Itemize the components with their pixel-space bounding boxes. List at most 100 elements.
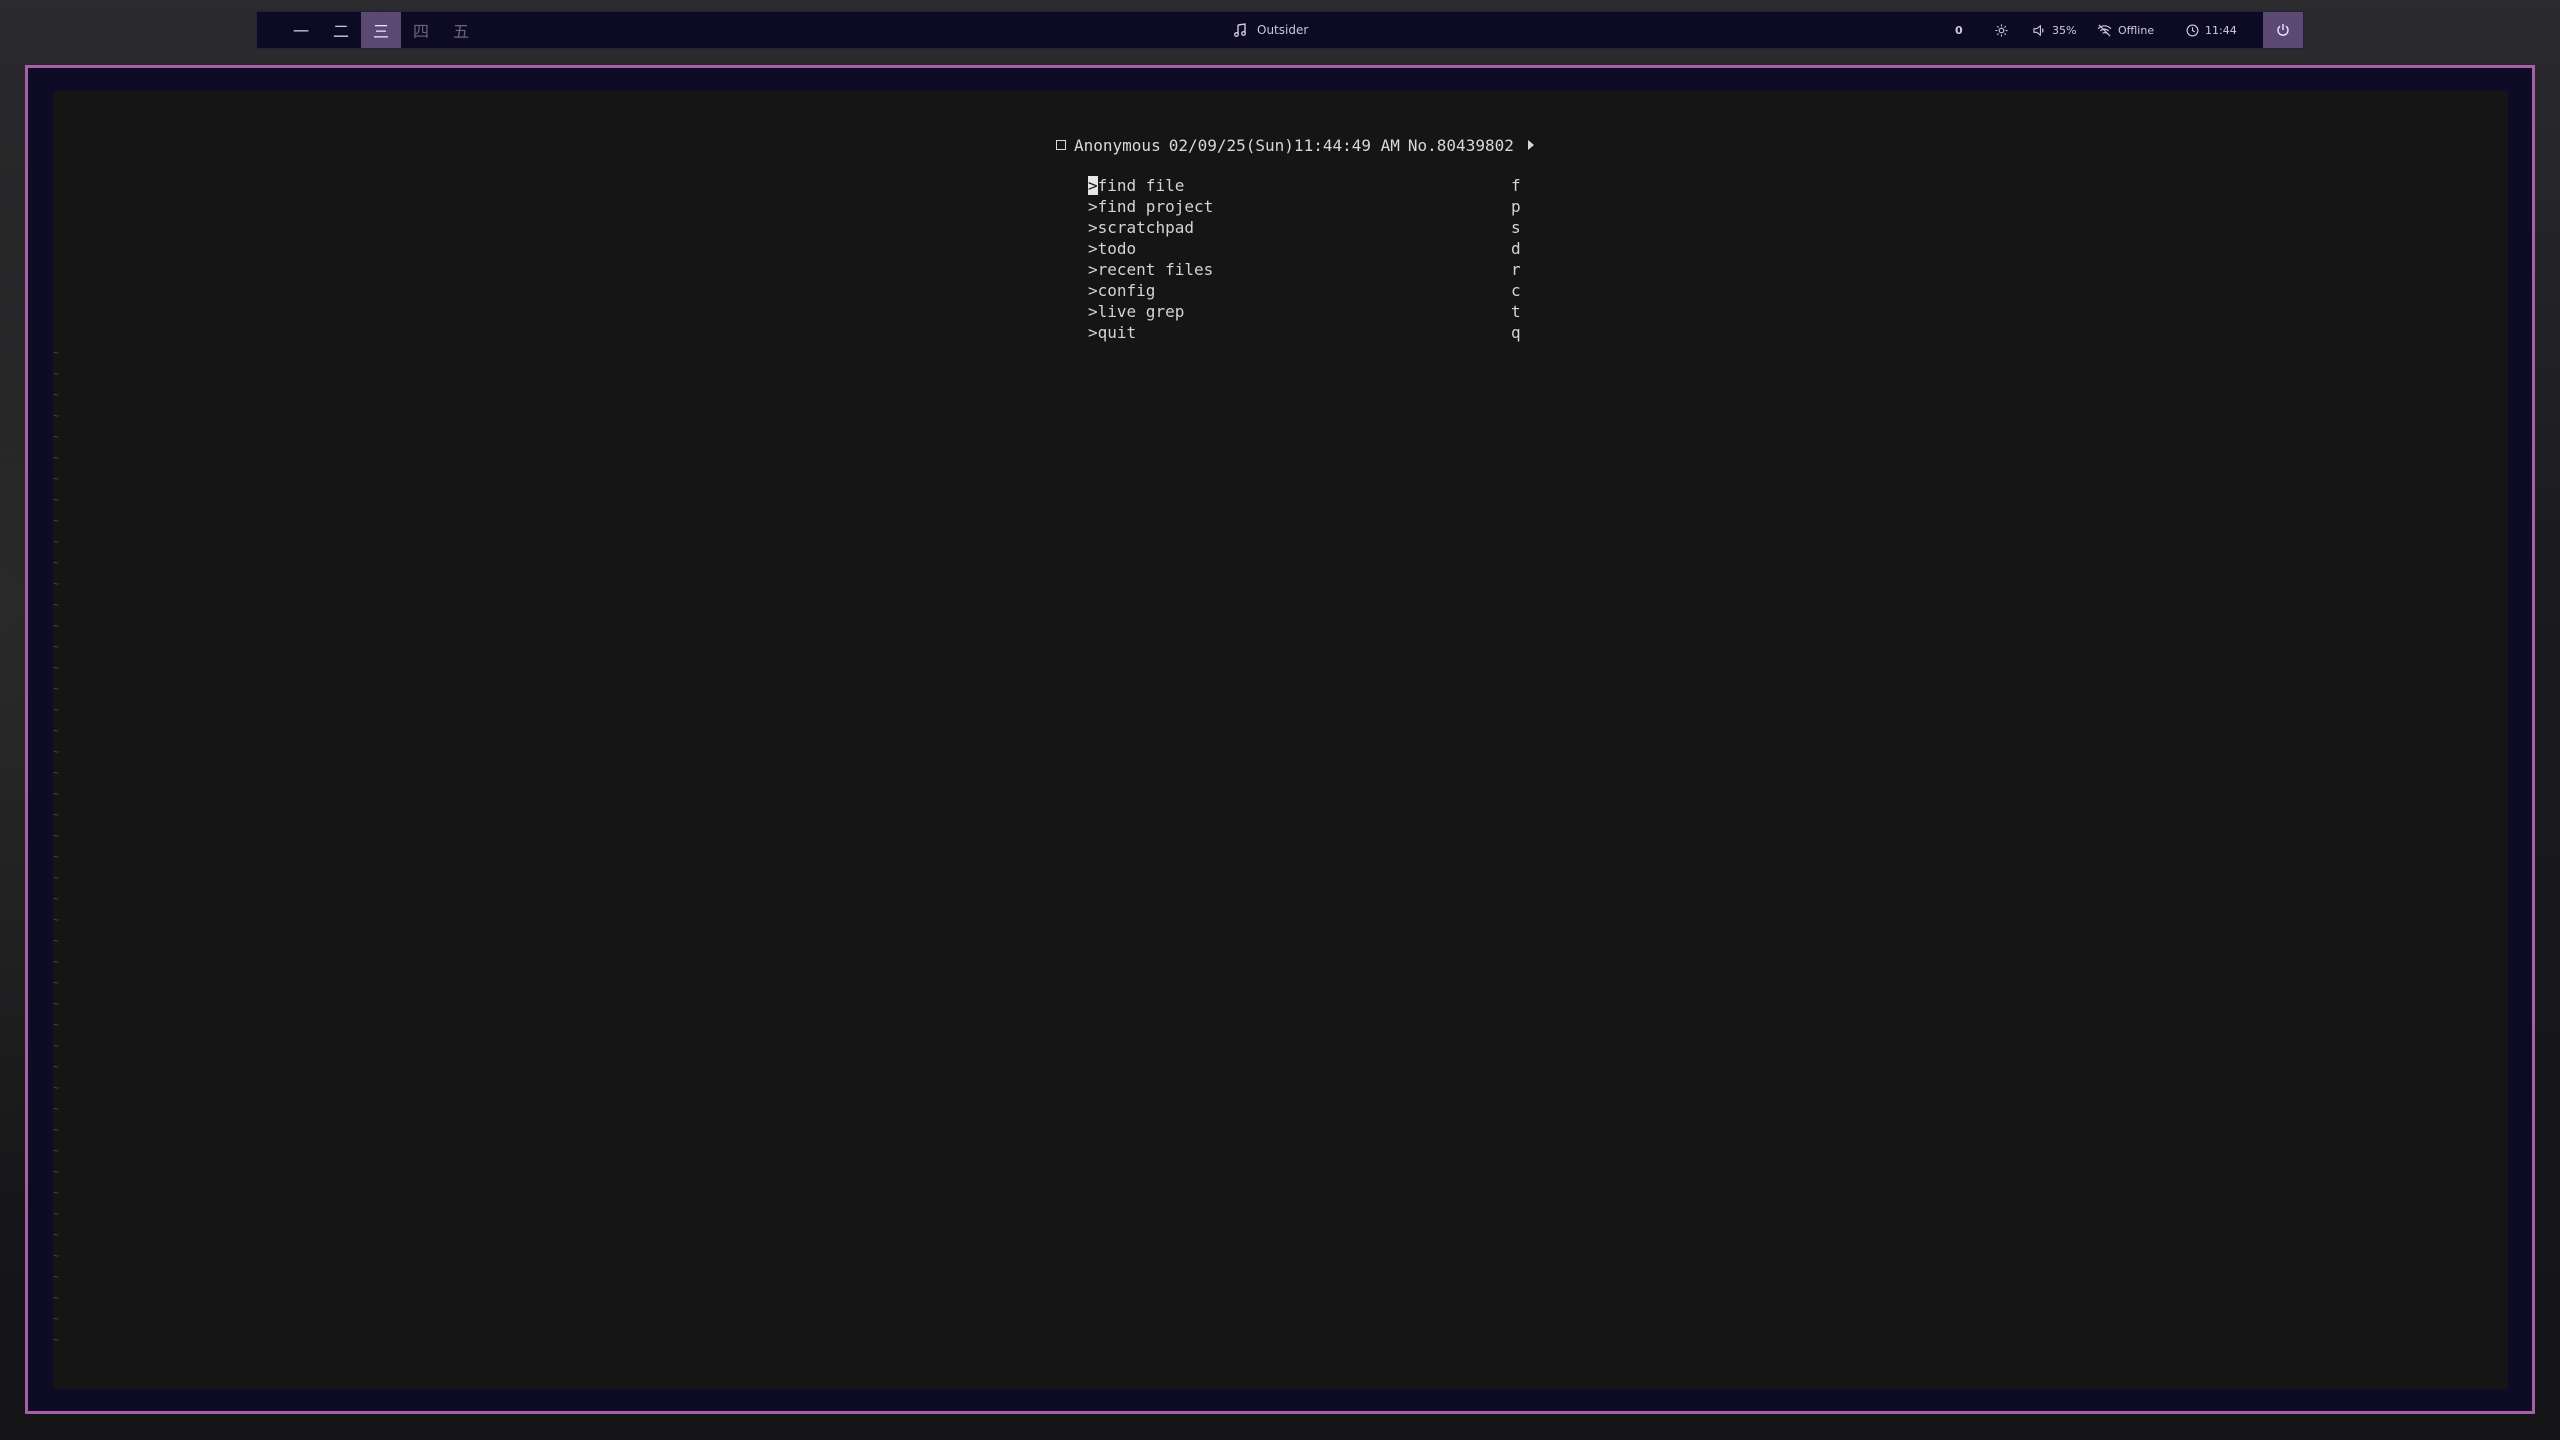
empty-line-marker: ~	[53, 1041, 60, 1052]
workspace-4[interactable]: 四	[401, 12, 441, 48]
prompt-char: >	[1088, 197, 1098, 216]
terminal-window[interactable]: ~ ~ ~ ~ ~ ~ ~ ~ ~ ~ ~ ~ ~ ~ ~ ~ ~ ~ ~ ~ ~ ~ ~ ~ ~ ~ ~ ~ ~ ~ ~ ~ ~ ~ ~ ~ ~ ~ ~ ~…	[25, 65, 2535, 1414]
clock[interactable]: 11:44	[2186, 12, 2237, 48]
prompt-char: >	[1088, 260, 1098, 279]
power-icon	[2277, 24, 2289, 36]
empty-line-marker: ~	[53, 978, 60, 989]
wifi-off-icon	[2097, 24, 2112, 36]
post-number: No.80439802	[1407, 135, 1514, 155]
menu-item-key: d	[1511, 239, 1521, 258]
empty-line-marker: ~	[53, 1314, 60, 1325]
network-status[interactable]: Offline	[2097, 12, 2154, 48]
empty-line-marker: ~	[53, 1083, 60, 1094]
workspace-1[interactable]: 一	[281, 12, 321, 48]
empty-line-marker: ~	[53, 873, 60, 884]
menu-item-todo[interactable]: >todo d	[1088, 238, 1528, 259]
post-datetime: 02/09/25(Sun)11:44:49 AM	[1168, 135, 1400, 155]
prompt-char: >	[1088, 239, 1098, 258]
menu-item-label: recent files	[1097, 260, 1214, 279]
empty-line-marker: ~	[53, 1209, 60, 1220]
dashboard-menu: >find file f >find project p >scratchpad s …	[1088, 175, 1528, 343]
empty-line-marker: ~	[53, 852, 60, 863]
empty-line-marker: ~	[53, 768, 60, 779]
empty-line-marker: ~	[53, 390, 60, 401]
now-playing-title: Outsider	[1257, 23, 1309, 37]
empty-line-marker: ~	[53, 495, 60, 506]
volume-control[interactable]: 35%	[2033, 12, 2076, 48]
workspace-5[interactable]: 五	[441, 12, 481, 48]
empty-line-marker: ~	[53, 831, 60, 842]
menu-item-find-project[interactable]: >find project p	[1088, 196, 1528, 217]
menu-item-key: q	[1511, 323, 1521, 342]
triangle-right-icon	[1527, 140, 1534, 150]
empty-line-marker: ~	[53, 915, 60, 926]
network-label: Offline	[2118, 23, 2155, 37]
empty-line-marker: ~	[53, 747, 60, 758]
editor-dashboard[interactable]: ~ ~ ~ ~ ~ ~ ~ ~ ~ ~ ~ ~ ~ ~ ~ ~ ~ ~ ~ ~ ~ ~ ~ ~ ~ ~ ~ ~ ~ ~ ~ ~ ~ ~ ~ ~ ~ ~ ~ ~…	[53, 91, 2508, 1389]
empty-line-marker: ~	[53, 684, 60, 695]
empty-line-marker: ~	[53, 1104, 60, 1115]
empty-line-marker: ~	[53, 789, 60, 800]
empty-line-marker: ~	[53, 1020, 60, 1031]
empty-line-marker: ~	[53, 516, 60, 527]
menu-item-label: config	[1097, 281, 1156, 300]
notification-count: 0	[1955, 23, 1963, 37]
menu-item-quit[interactable]: >quit q	[1088, 322, 1528, 343]
empty-line-marker: ~	[53, 642, 60, 653]
empty-line-marker: ~	[53, 1062, 60, 1073]
prompt-char: >	[1088, 323, 1098, 342]
empty-line-marker: ~	[53, 411, 60, 422]
menu-item-scratchpad[interactable]: >scratchpad s	[1088, 217, 1528, 238]
menu-item-key: t	[1511, 302, 1521, 321]
menu-item-find-file[interactable]: >find file f	[1088, 175, 1528, 196]
checkbox-icon	[1056, 140, 1066, 150]
empty-line-marker: ~	[53, 936, 60, 947]
workspace-2[interactable]: 二	[321, 12, 361, 48]
empty-line-marker: ~	[53, 348, 60, 359]
empty-line-marker: ~	[53, 432, 60, 443]
menu-item-label: quit	[1097, 323, 1137, 342]
empty-line-marker: ~	[53, 1188, 60, 1199]
menu-item-key: f	[1511, 176, 1521, 195]
empty-line-marker: ~	[53, 453, 60, 464]
menu-item-label: todo	[1097, 239, 1137, 258]
dashboard-header: Anonymous 02/09/25(Sun)11:44:49 AM No.80…	[1056, 134, 1534, 156]
poster-name: Anonymous	[1074, 135, 1161, 155]
menu-item-key: s	[1511, 218, 1521, 237]
empty-line-marker: ~	[53, 894, 60, 905]
empty-line-marker: ~	[53, 621, 60, 632]
empty-line-marker: ~	[53, 369, 60, 380]
empty-line-marker: ~	[53, 810, 60, 821]
cursor-prompt: >	[1088, 176, 1098, 195]
empty-line-marker: ~	[53, 705, 60, 716]
speaker-icon	[2033, 24, 2044, 36]
empty-line-marker: ~	[53, 474, 60, 485]
clock-icon	[2186, 24, 2199, 36]
empty-line-marker: ~	[53, 1335, 60, 1346]
empty-line-marker: ~	[53, 1251, 60, 1262]
menu-item-key: p	[1511, 197, 1521, 216]
menu-item-key: c	[1511, 281, 1521, 300]
empty-line-marker: ~	[53, 579, 60, 590]
menu-item-recent-files[interactable]: >recent files r	[1088, 259, 1528, 280]
workspace-3-active[interactable]: 三	[361, 12, 401, 48]
menu-item-label: live grep	[1097, 302, 1185, 321]
empty-line-marker: ~	[53, 537, 60, 548]
menu-item-config[interactable]: >config c	[1088, 280, 1528, 301]
music-note-icon	[1234, 23, 1246, 37]
menu-item-key: r	[1511, 260, 1521, 279]
empty-line-marker: ~	[53, 600, 60, 611]
empty-line-marker: ~	[53, 957, 60, 968]
prompt-char: >	[1088, 281, 1098, 300]
empty-line-marker: ~	[53, 1167, 60, 1178]
top-bar: 一 二 三 四 五 Outsider 0 35% Offline 11:44	[256, 11, 2304, 49]
brightness-control[interactable]	[1995, 12, 2008, 48]
notification-counter[interactable]: 0	[1955, 12, 1963, 48]
clock-time: 11:44	[2205, 23, 2237, 37]
now-playing[interactable]: Outsider	[1233, 12, 1308, 48]
menu-item-live-grep[interactable]: >live grep t	[1088, 301, 1528, 322]
empty-line-marker: ~	[53, 1125, 60, 1136]
prompt-char: >	[1088, 302, 1098, 321]
power-button[interactable]	[2263, 12, 2303, 48]
empty-line-marker: ~	[53, 663, 60, 674]
